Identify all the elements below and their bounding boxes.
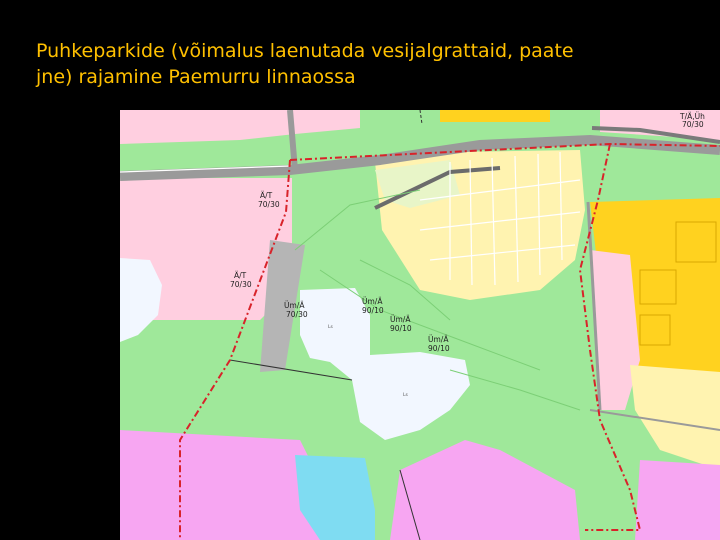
zone-label-code: Ä/T	[260, 191, 273, 200]
zone-label-code: Üm/Ä	[284, 301, 305, 310]
slide-title: Puhkeparkide (võimalus laenutada vesijal…	[36, 38, 676, 90]
zone-label-value: 90/10	[428, 344, 450, 353]
zone-label-value: 70/30	[258, 200, 280, 209]
zone-label-value: 70/30	[682, 120, 704, 129]
zone-label-value: 90/10	[390, 324, 412, 333]
minor-label: Ls	[403, 392, 409, 398]
pink-zone-bottom-right	[635, 460, 720, 540]
minor-label: Ls	[328, 324, 334, 330]
slide-title-line-2: jne) rajamine Paemurru linnaossa	[36, 66, 356, 88]
yellow-zone-top	[440, 110, 550, 122]
zone-label-code: Ä/T	[234, 271, 247, 280]
zone-label-code: Üm/Ä	[390, 315, 411, 324]
zone-label-code: Üm/Ä	[428, 335, 449, 344]
zone-label-value: 70/30	[230, 280, 252, 289]
slide-title-line-1: Puhkeparkide (võimalus laenutada vesijal…	[36, 40, 574, 62]
zone-label-value: 90/10	[362, 306, 384, 315]
zone-label-value: 70/30	[286, 310, 308, 319]
zoning-map-svg: Ä/T 70/30 Ä/T 70/30 Üm/Ä 70/30 Üm/Ä 90/1…	[120, 110, 720, 540]
zone-label-code: Üm/Ä	[362, 297, 383, 306]
zoning-map: Ä/T 70/30 Ä/T 70/30 Üm/Ä 70/30 Üm/Ä 90/1…	[120, 110, 720, 540]
pink-zone-bottom-left	[120, 430, 320, 540]
